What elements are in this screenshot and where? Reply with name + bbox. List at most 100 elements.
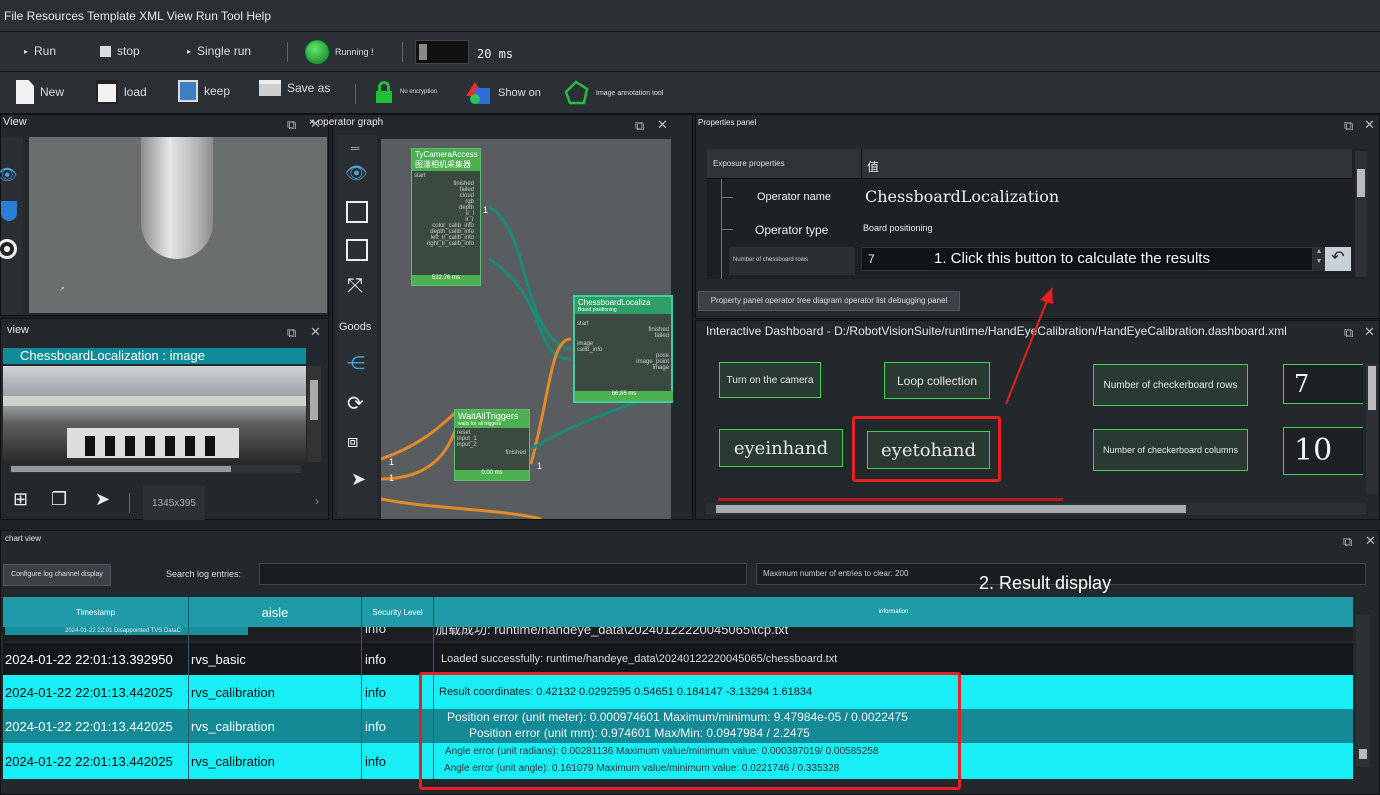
restore-icon[interactable]: ⧉ [635,118,644,134]
keep-button[interactable]: keep [178,80,230,102]
graph-canvas[interactable]: TyCameraAccess 图漾相机采集器 start finished fai… [381,139,673,519]
running-label: Running ! [335,47,374,57]
row-level: info [365,718,386,734]
close-icon[interactable]: ✕ [1364,324,1375,340]
menu-icon[interactable]: ═ [351,141,360,155]
header-aisle[interactable]: aisle [188,597,361,627]
image-hscrollbar[interactable] [9,465,301,473]
fit-view-icon[interactable] [346,201,368,223]
interval-slider[interactable] [415,40,469,64]
table-row[interactable]: 2024-01-22 22:01:13.392950 rvs_basic inf… [3,643,1353,675]
checkerboard-rows-field[interactable]: 7 [1283,364,1363,404]
loop-collection-button[interactable]: Loop collection [884,362,990,399]
image-size-readout: 1345x395 [143,486,205,520]
dashboard-hscrollbar[interactable] [706,503,1366,515]
row-timestamp: 2024-01-22 22:01 Disappointed TVS DataC [5,627,248,635]
tile-windows-icon[interactable]: ⊞ [13,489,28,510]
log-vscrollbar[interactable] [1356,615,1370,767]
close-icon[interactable]: ✕ [657,117,668,133]
prop-value-operator-name[interactable]: ChessboardLocalization [865,187,1059,206]
camera-icon[interactable]: ⧈ [347,431,358,452]
close-icon[interactable]: ✕ [1365,533,1376,549]
prop-name-operator-name: Operator name [757,191,831,203]
configure-log-channel-button[interactable]: Configure log channel display [3,564,111,586]
3d-model-shape [141,137,213,259]
image-view-title: view [7,324,30,336]
node-tycameraaccess[interactable]: TyCameraAccess 图漾相机采集器 start finished fai… [411,148,481,286]
run-button[interactable]: ▸ Run [24,44,56,58]
property-tabs[interactable]: Property panel operator tree diagram ope… [698,291,960,311]
slider-handle[interactable] [419,44,427,60]
stop-icon [100,45,111,57]
save-as-button[interactable]: Save as [259,80,330,96]
layout-icon[interactable] [346,239,368,261]
undo-icon[interactable]: ↶ [1325,247,1351,271]
highlight-box-eyetohand [852,416,1001,482]
header-information[interactable]: information [433,597,1353,627]
share-icon[interactable]: ⋲ [347,353,365,374]
collapse-icon[interactable]: ⤧ [347,275,363,298]
prop-row-chessboard: Number of chessboard rows [729,247,855,275]
unlock-icon [374,81,394,103]
node-port-out: finished [505,450,526,456]
node-ports: finished failed cloud rgb depth ir_l ir_… [426,181,474,247]
file-toolbar: New load keep Save as No encryption Show… [0,72,1380,114]
chart-view-title: chart view [5,534,42,543]
header-timestamp[interactable]: Timestamp [3,597,188,627]
pointer-icon[interactable]: ➤ [351,469,366,490]
shapes-icon [466,80,492,106]
node-time: 66.86 ms [575,391,673,401]
3d-viewport[interactable]: ↗ [29,137,327,313]
eye-icon[interactable]: 👁 [0,165,17,185]
encryption-button[interactable]: No encryption [374,81,437,103]
show-on-label: Show on [498,87,541,99]
restore-icon[interactable]: ⧉ [287,325,296,341]
prop-value-operator-type: Board positioning [863,223,933,233]
node-ports-in: reset input_1 input_2 [457,430,477,448]
image-vscrollbar[interactable] [307,366,321,462]
restore-icon[interactable]: ⧉ [1344,325,1353,341]
interval-value: 20 ms [477,47,514,61]
search-label: Search log entries: [166,569,242,579]
stop-button[interactable]: stop [100,44,140,58]
single-run-button[interactable]: ▸ Single run [187,44,251,58]
refresh-icon[interactable]: ⟳ [347,391,364,416]
cascade-windows-icon[interactable]: ❐ [51,489,67,510]
shield-icon[interactable] [1,201,17,221]
checkerboard-columns-field[interactable]: 10 [1283,427,1363,475]
node-subtitle: 图漾相机采集器 [415,160,471,169]
close-icon[interactable]: ✕ [310,324,321,340]
spin-buttons[interactable]: ▲ ▼ [1313,247,1325,271]
close-icon[interactable]: ✕ [1364,117,1375,133]
restore-icon[interactable]: ⧉ [287,117,296,133]
goods-label[interactable]: Goods [339,321,371,333]
menu-items[interactable]: File Resources Template XML View Run Too… [4,9,271,23]
dashboard-vscrollbar[interactable] [1366,364,1378,494]
node-chessboardlocalization[interactable]: ChessboardLocaliza Board positioning star… [573,295,673,403]
restore-icon[interactable]: ⧉ [1343,534,1352,550]
load-button[interactable]: load [96,80,147,104]
col-exposure: Exposure properties [713,159,785,168]
turn-on-camera-button[interactable]: Turn on the camera [719,362,821,398]
menu-bar[interactable]: File Resources Template XML View Run Too… [0,0,1380,32]
chevron-right-icon[interactable]: › [315,494,319,508]
target-icon[interactable] [0,239,17,259]
restore-icon[interactable]: ⧉ [1344,118,1353,134]
chart-view-panel: chart view ⧉ ✕ Configure log channel dis… [0,530,1380,795]
table-row[interactable]: 2024-01-22 22:01 Disappointed TVS DataC … [3,627,1353,641]
property-scrollbar[interactable] [1355,151,1367,277]
highlight-box-results [419,672,961,790]
eye-icon[interactable]: 👁 [345,163,368,184]
search-log-input[interactable] [259,563,747,585]
row-channel: rvs_basic [191,651,246,667]
pointer-icon[interactable]: ➤ [95,489,110,510]
separator [402,42,403,62]
node-waitalltriggers[interactable]: WaitAllTriggers waits for all triggers re… [454,409,530,481]
header-level[interactable]: Security Level [361,597,433,627]
single-run-icon: ▸ [187,46,192,56]
annotation-tool-button[interactable]: Image annotation tool [562,80,663,106]
show-on-button[interactable]: Show on [466,80,541,106]
new-button[interactable]: New [16,80,64,104]
eyeinhand-button[interactable]: eyeinhand [719,429,843,467]
node-port-in: start [414,173,426,179]
